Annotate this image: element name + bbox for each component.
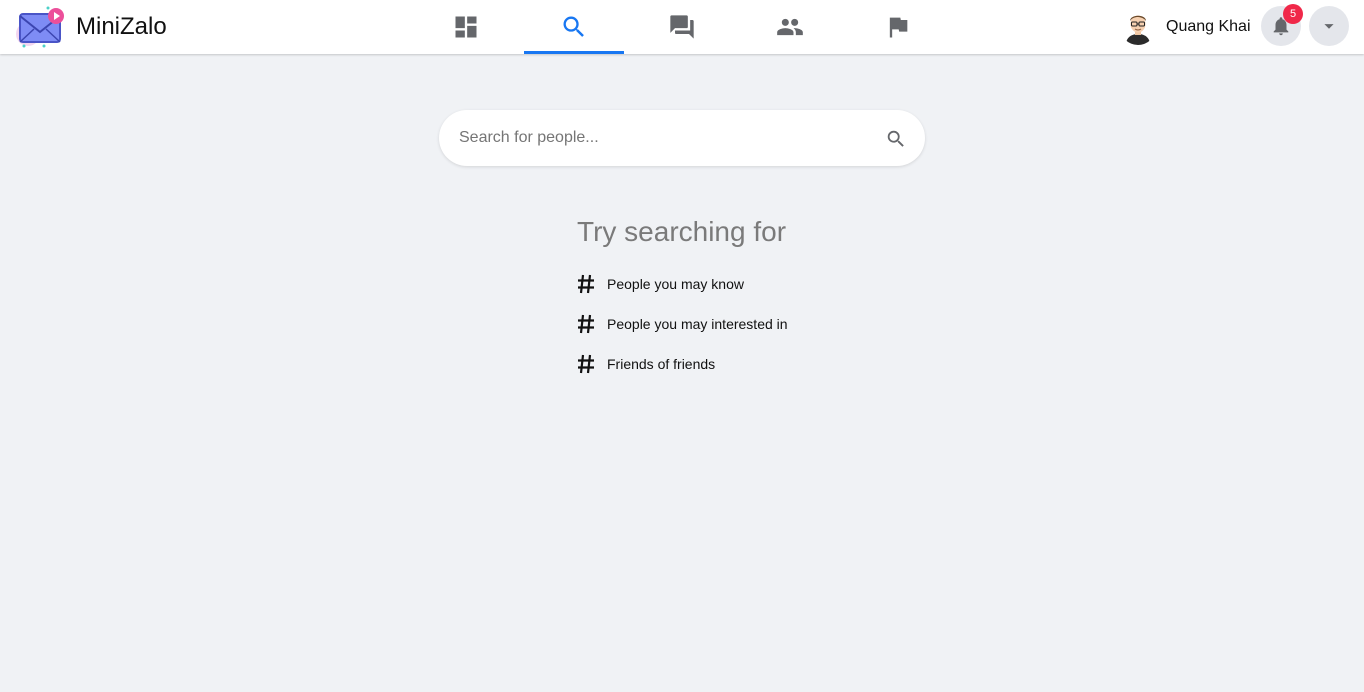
- people-icon: [777, 18, 803, 36]
- top-navbar: MiniZalo Quang Khai 5: [0, 0, 1364, 54]
- suggestions-title: Try searching for: [577, 216, 787, 247]
- hashtag-icon: [577, 354, 595, 374]
- flag-icon: [889, 17, 908, 38]
- notification-badge: 5: [1283, 4, 1303, 24]
- notifications-button[interactable]: 5: [1261, 4, 1303, 46]
- suggestion-label: People you may interested in: [607, 316, 788, 332]
- suggestion-label: Friends of friends: [607, 356, 716, 372]
- suggestion-label: People you may know: [607, 276, 744, 292]
- user-profile-link[interactable]: Quang Khai: [1120, 7, 1251, 47]
- chat-bubbles-icon: [670, 15, 694, 39]
- mail-logo-icon: [14, 4, 66, 50]
- dashboard-icon: [455, 16, 477, 38]
- avatar-icon: [1120, 9, 1156, 45]
- tab-pages[interactable]: [844, 0, 952, 54]
- search-submit-button[interactable]: [883, 126, 909, 152]
- tab-dashboard[interactable]: [412, 0, 520, 54]
- search-suggestions: Try searching for People you may know Pe…: [577, 214, 877, 384]
- search-icon: [887, 130, 904, 147]
- search-icon: [563, 16, 584, 37]
- account-menu-button[interactable]: [1309, 6, 1349, 46]
- people-search-box: [439, 110, 925, 166]
- hashtag-icon: [577, 274, 595, 294]
- suggestion-friends-of-friends[interactable]: Friends of friends: [577, 344, 877, 384]
- user-name: Quang Khai: [1166, 18, 1251, 35]
- search-input[interactable]: [459, 118, 859, 158]
- hashtag-icon: [577, 314, 595, 334]
- app-name: MiniZalo: [76, 13, 167, 40]
- tab-search[interactable]: [520, 0, 628, 54]
- tab-messages[interactable]: [628, 0, 736, 54]
- caret-down-icon: [1324, 24, 1334, 29]
- brand[interactable]: MiniZalo: [14, 4, 167, 50]
- main-nav: [412, 0, 952, 54]
- tab-friends[interactable]: [736, 0, 844, 54]
- suggestion-people-you-may-be-interested-in[interactable]: People you may interested in: [577, 304, 877, 344]
- suggestion-people-you-may-know[interactable]: People you may know: [577, 264, 877, 304]
